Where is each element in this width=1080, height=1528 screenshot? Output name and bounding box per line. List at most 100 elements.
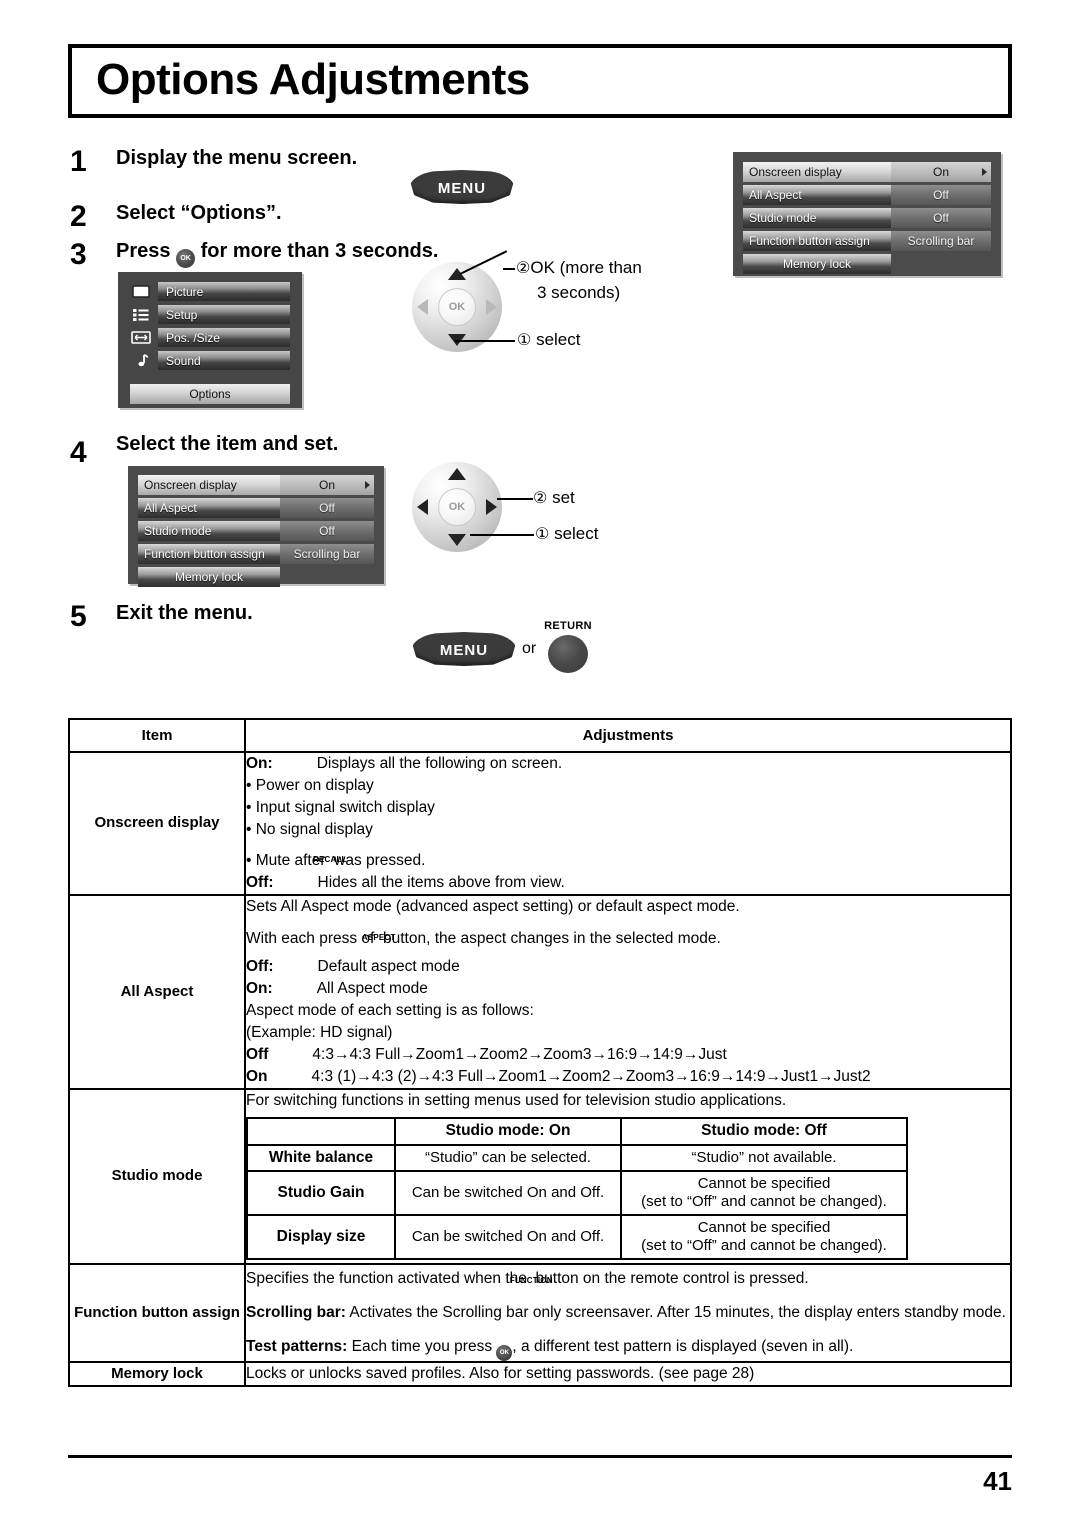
line: Sets All Aspect mode (advanced aspect se… <box>246 898 740 915</box>
main-menu-item-setup[interactable]: Setup <box>130 305 290 324</box>
osd-row[interactable]: Onscreen display On <box>138 475 374 495</box>
aspect-text-before: With each press of <box>246 930 375 947</box>
osd-value-all-aspect[interactable]: Off <box>280 498 374 518</box>
osd-value-text: On <box>932 165 949 179</box>
line: • Power on display <box>246 777 374 794</box>
options-menu-panel-step4: Onscreen display On All Aspect Off Studi… <box>128 466 384 587</box>
osd-label-onscreen-display: Onscreen display <box>743 162 891 182</box>
osd-row[interactable]: Memory lock <box>743 254 991 274</box>
chevron-right-icon <box>982 168 987 176</box>
return-button[interactable]: RETURN <box>544 620 592 673</box>
osd-value-onscreen-display[interactable]: On <box>891 162 991 182</box>
aspect-button-caption: ASPECT <box>361 933 396 942</box>
sound-icon <box>130 353 152 369</box>
osd-row[interactable]: All Aspect Off <box>743 185 991 205</box>
dpad-step-4[interactable]: OK <box>412 462 502 552</box>
on-seq: 4:3 (1)→4:3 (2)→4:3 Full→Zoom1→Zoom2→Zoo… <box>311 1068 871 1085</box>
mute-after-text-2: was pressed. <box>334 852 426 869</box>
dpad-ok-button[interactable]: OK <box>438 288 476 326</box>
step-1-text: Display the menu screen. <box>116 147 358 169</box>
step-2-text: Select “Options”. <box>116 202 282 224</box>
subtable-corner <box>246 1117 396 1146</box>
osd-row[interactable]: Function button assign Scrolling bar <box>743 231 991 251</box>
osd-value-studio-mode[interactable]: Off <box>891 208 991 228</box>
menu-button-exit[interactable]: MENU <box>412 632 516 666</box>
line: On: Displays all the following on screen. <box>246 753 1010 775</box>
osd-value-all-aspect[interactable]: Off <box>891 185 991 205</box>
ok-button-icon: OK <box>176 249 196 268</box>
test-patterns-label: Test patterns: <box>246 1338 348 1356</box>
callout-select-step3: ① select <box>517 330 581 350</box>
callout-set-step4: ② set <box>533 488 575 508</box>
dpad-step-3[interactable]: OK <box>412 262 502 352</box>
main-menu-label-pos-size: Pos. /Size <box>158 328 290 347</box>
callout-select-step4: ① select <box>535 524 599 544</box>
pos-size-icon <box>130 330 152 346</box>
page-title: Options Adjustments <box>96 55 530 104</box>
dpad-down-icon[interactable] <box>448 533 466 546</box>
subtable-row: White balance “Studio” can be selected. … <box>246 1143 908 1173</box>
dpad-right-icon[interactable] <box>485 499 497 515</box>
studio-mode-subtable: Studio mode: On Studio mode: Off White b… <box>246 1117 908 1261</box>
table-item-all-aspect: All Aspect <box>68 894 246 1090</box>
subtable-row-white-balance: White balance <box>246 1143 396 1173</box>
table-row: All Aspect Sets All Aspect mode (advance… <box>68 894 1012 1090</box>
table-item-label: Function button assign <box>74 1303 240 1321</box>
dpad-left-icon[interactable] <box>417 499 429 515</box>
dpad-left-icon[interactable] <box>417 299 429 315</box>
osd-label-all-aspect: All Aspect <box>138 498 280 518</box>
dpad-ok-button[interactable]: OK <box>438 488 476 526</box>
subtable-row: Display size Can be switched On and Off.… <box>246 1214 908 1261</box>
setup-icon <box>130 307 152 323</box>
osd-row[interactable]: Studio mode Off <box>138 521 374 541</box>
osd-row[interactable]: Onscreen display On <box>743 162 991 182</box>
step-4-number: 4 <box>70 436 87 469</box>
options-menu-panel-top: Onscreen display On All Aspect Off Studi… <box>733 152 1001 276</box>
callout-text: select <box>554 524 599 543</box>
subtable-cell-on: “Studio” can be selected. <box>394 1143 622 1173</box>
osd-row[interactable]: Memory lock <box>138 567 374 587</box>
osd-value-memory-lock <box>891 254 991 274</box>
table-adjustments-onscreen-display: On: Displays all the following on screen.… <box>244 751 1012 896</box>
return-button-label: RETURN <box>544 620 592 632</box>
main-menu-item-picture[interactable]: Picture <box>130 282 290 301</box>
adjustments-table: Item Adjustments Onscreen display On: Dis… <box>68 718 1012 1388</box>
osd-value-studio-mode[interactable]: Off <box>280 521 374 541</box>
subtable-cell-off-l1: Cannot be specified <box>697 1175 831 1193</box>
table-header-adjustments: Adjustments <box>244 718 1012 753</box>
subtable-row-display-size: Display size <box>246 1214 396 1261</box>
main-menu-item-sound[interactable]: Sound <box>130 351 290 370</box>
line: Specifies the function activated when th… <box>246 1268 1010 1290</box>
line: (Example: HD signal) <box>246 1024 393 1041</box>
main-menu-item-options[interactable]: Options <box>130 384 290 404</box>
menu-button-label: MENU <box>437 179 487 197</box>
subtable-header-off: Studio mode: Off <box>620 1117 908 1146</box>
table-row: Studio mode For switching functions in s… <box>68 1087 1012 1266</box>
step-5-text: Exit the menu. <box>116 602 253 624</box>
osd-row[interactable]: All Aspect Off <box>138 498 374 518</box>
scrolling-bar-label: Scrolling bar: <box>246 1304 346 1322</box>
step-1-number: 1 <box>70 145 87 178</box>
line: On: All Aspect mode <box>246 978 1010 1000</box>
fn-text-before: Specifies the function activated when th… <box>246 1270 527 1288</box>
menu-button[interactable]: MENU <box>410 170 514 204</box>
dpad-up-icon[interactable] <box>448 468 466 481</box>
osd-value-function-button-assign[interactable]: Scrolling bar <box>891 231 991 251</box>
osd-label-memory-lock: Memory lock <box>743 254 891 274</box>
table-adjustments-memory-lock: Locks or unlocks saved profiles. Also fo… <box>244 1361 1012 1388</box>
table-row: Memory lock Locks or unlocks saved profi… <box>68 1361 1012 1388</box>
dpad-right-icon[interactable] <box>485 299 497 315</box>
osd-value-onscreen-display[interactable]: On <box>280 475 374 495</box>
main-menu-item-pos-size[interactable]: Pos. /Size <box>130 328 290 347</box>
osd-row[interactable]: Studio mode Off <box>743 208 991 228</box>
callout-ok-more-than: ②OK (more than <box>516 258 642 278</box>
or-label: or <box>522 640 537 657</box>
test-patterns-after: , a different test pattern is displayed … <box>512 1338 854 1356</box>
callout-text: set <box>552 488 575 507</box>
table-adjustments-studio-mode: For switching functions in setting menus… <box>244 1087 1012 1266</box>
on-label: On: <box>246 980 273 997</box>
table-header-row: Item Adjustments <box>68 718 1012 753</box>
off-seq-label: Off <box>246 1046 269 1063</box>
osd-value-function-button-assign[interactable]: Scrolling bar <box>280 544 374 564</box>
osd-row[interactable]: Function button assign Scrolling bar <box>138 544 374 564</box>
